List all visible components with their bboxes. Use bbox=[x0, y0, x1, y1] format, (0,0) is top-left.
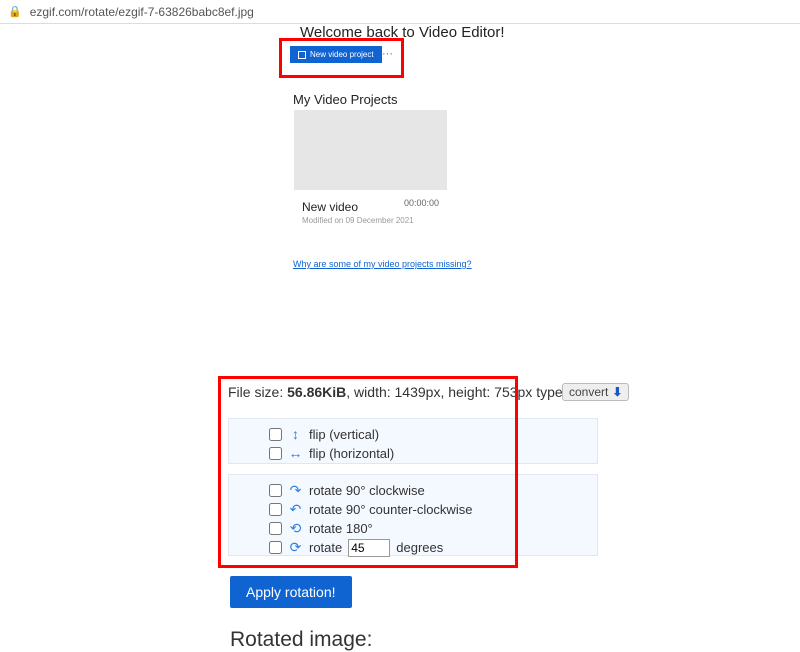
more-options-button[interactable]: ··· bbox=[378, 46, 397, 62]
rotate-ccw-row: ↶ rotate 90° counter-clockwise bbox=[269, 500, 557, 519]
file-dimensions: , width: 1439px, height: 753px bbox=[346, 384, 532, 400]
lock-icon: 🔒 bbox=[8, 5, 22, 18]
new-video-project-label: New video project bbox=[310, 50, 374, 59]
rotate-custom-prefix: rotate bbox=[309, 538, 342, 557]
rotate-cw-label: rotate 90° clockwise bbox=[309, 481, 425, 500]
rotate-cw-icon: ↷ bbox=[288, 481, 303, 500]
url-text: ezgif.com/rotate/ezgif-7-63826babc8ef.jp… bbox=[30, 5, 254, 19]
rotate-180-row: ⟲ rotate 180° bbox=[269, 519, 557, 538]
rotate-180-checkbox[interactable] bbox=[269, 522, 282, 535]
flip-horizontal-icon: ↔ bbox=[288, 444, 303, 463]
welcome-heading: Welcome back to Video Editor! bbox=[300, 24, 505, 41]
flip-vertical-icon: ↕ bbox=[288, 425, 303, 444]
rotate-custom-suffix: degrees bbox=[396, 538, 443, 557]
flip-horizontal-label: flip (horizontal) bbox=[309, 444, 394, 463]
convert-button[interactable]: convert ⬇ bbox=[562, 383, 629, 401]
rotate-cw-row: ↷ rotate 90° clockwise bbox=[269, 481, 557, 500]
rotate-180-label: rotate 180° bbox=[309, 519, 373, 538]
rotate-custom-checkbox[interactable] bbox=[269, 541, 282, 554]
project-title: New video bbox=[302, 200, 358, 214]
flip-options-group: ↕ flip (vertical) ↔ flip (horizontal) bbox=[228, 418, 598, 464]
rotate-ccw-icon: ↶ bbox=[288, 500, 303, 519]
project-modified-date: Modified on 09 December 2021 bbox=[302, 216, 439, 225]
rotate-custom-icon: ⟳ bbox=[288, 538, 303, 557]
projects-heading: My Video Projects bbox=[293, 92, 398, 107]
address-bar: 🔒 ezgif.com/rotate/ezgif-7-63826babc8ef.… bbox=[0, 0, 800, 24]
rotate-custom-row: ⟳ rotate degrees bbox=[269, 538, 557, 557]
flip-vertical-label: flip (vertical) bbox=[309, 425, 379, 444]
download-icon: ⬇ bbox=[612, 385, 622, 399]
project-thumbnail[interactable] bbox=[294, 110, 447, 200]
rotate-degrees-input[interactable] bbox=[348, 539, 390, 557]
apply-rotation-button[interactable]: Apply rotation! bbox=[230, 576, 352, 608]
flip-vertical-checkbox[interactable] bbox=[269, 428, 282, 441]
convert-label: convert bbox=[569, 385, 608, 399]
file-info-line: File size: 56.86KiB, width: 1439px, heig… bbox=[228, 384, 589, 400]
new-project-icon bbox=[298, 51, 306, 59]
flip-vertical-row: ↕ flip (vertical) bbox=[269, 425, 557, 444]
rotate-180-icon: ⟲ bbox=[288, 519, 303, 538]
rotate-ccw-checkbox[interactable] bbox=[269, 503, 282, 516]
project-duration: 00:00:00 bbox=[404, 198, 439, 208]
missing-projects-link[interactable]: Why are some of my video projects missin… bbox=[293, 259, 472, 269]
rotate-cw-checkbox[interactable] bbox=[269, 484, 282, 497]
file-size-prefix: File size: bbox=[228, 384, 287, 400]
rotate-ccw-label: rotate 90° counter-clockwise bbox=[309, 500, 472, 519]
rotated-image-heading: Rotated image: bbox=[230, 628, 372, 652]
rotate-options-group: ↷ rotate 90° clockwise ↶ rotate 90° coun… bbox=[228, 474, 598, 556]
new-video-project-button[interactable]: New video project bbox=[290, 46, 382, 63]
file-size-value: 56.86KiB bbox=[287, 384, 346, 400]
flip-horizontal-row: ↔ flip (horizontal) bbox=[269, 444, 557, 463]
flip-horizontal-checkbox[interactable] bbox=[269, 447, 282, 460]
project-card[interactable]: New video 00:00:00 Modified on 09 Decemb… bbox=[294, 190, 447, 235]
